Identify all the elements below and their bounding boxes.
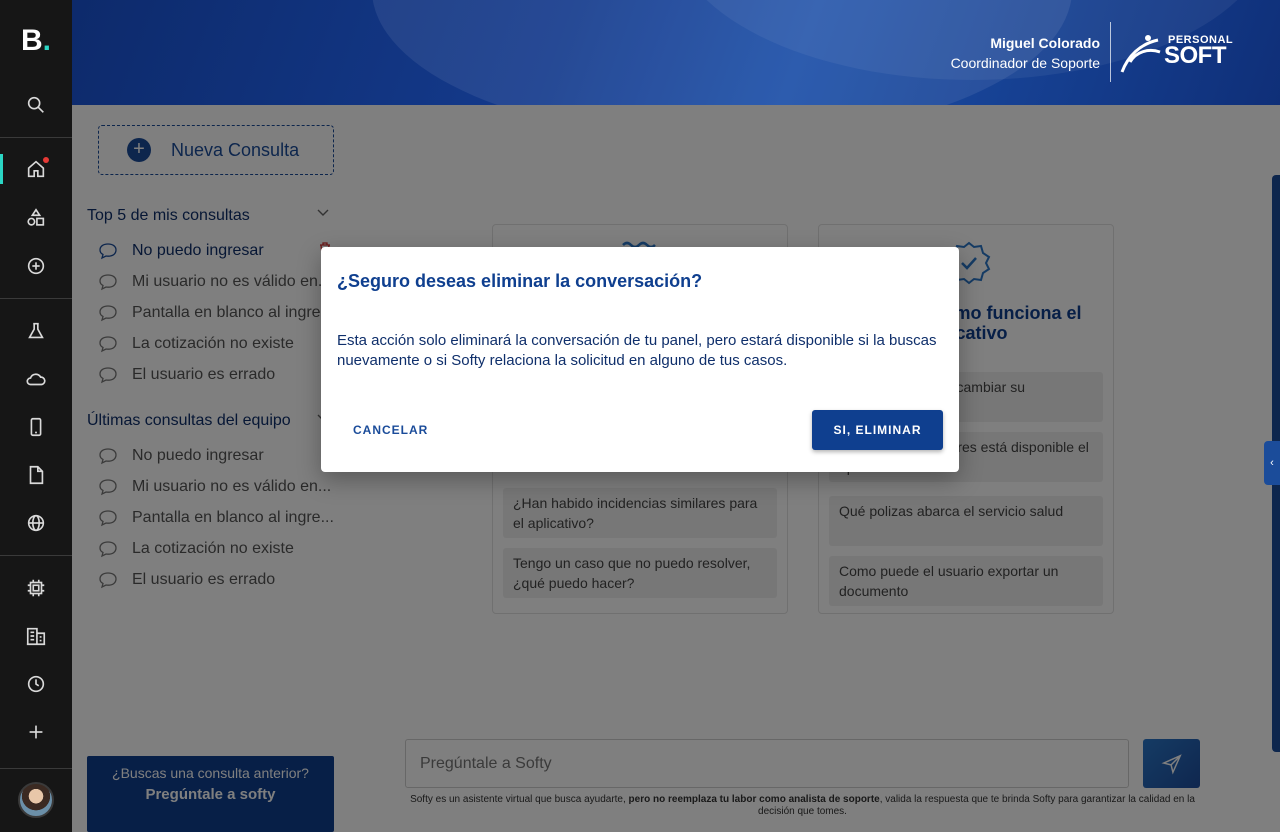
flask-icon[interactable] (22, 317, 50, 345)
delete-confirm-dialog: ¿Seguro deseas eliminar la conversación?… (321, 247, 959, 472)
user-role: Coordinador de Soporte (950, 55, 1100, 71)
shapes-icon[interactable] (22, 204, 50, 232)
plus-icon[interactable] (22, 718, 50, 746)
rail-divider (0, 768, 72, 769)
app-logo[interactable]: B. (0, 24, 72, 58)
left-nav-rail: B. (0, 0, 72, 832)
globe-icon[interactable] (22, 509, 50, 537)
brand-bottom-text: SOFT (1164, 42, 1227, 69)
user-name: Miguel Colorado (990, 35, 1100, 51)
dialog-title: ¿Seguro deseas eliminar la conversación? (337, 271, 703, 291)
cancel-button[interactable]: CANCELAR (341, 410, 433, 450)
company-logo-mark-icon (1120, 35, 1161, 73)
rail-divider (0, 555, 72, 556)
building-icon[interactable] (22, 622, 50, 650)
company-logo: PERSONAL SOFT (1118, 30, 1233, 80)
active-indicator (0, 154, 3, 184)
cloud-icon[interactable] (22, 365, 50, 393)
chevron-left-icon[interactable]: ‹ (1264, 441, 1280, 485)
dialog-body: Esta acción solo eliminará la conversaci… (337, 332, 937, 369)
confirm-delete-button[interactable]: SI, ELIMINAR (812, 410, 943, 450)
rail-divider (0, 137, 72, 138)
user-avatar[interactable] (18, 782, 54, 818)
top-header: Miguel Colorado Coordinador de Soporte P… (72, 0, 1280, 105)
notification-dot (43, 157, 49, 163)
add-circle-icon[interactable] (22, 252, 50, 280)
header-divider (1110, 22, 1111, 82)
search-icon[interactable] (22, 91, 50, 119)
clock-icon[interactable] (22, 670, 50, 698)
chip-icon[interactable] (22, 574, 50, 602)
rail-divider (0, 298, 72, 299)
mobile-icon[interactable] (22, 413, 50, 441)
document-icon[interactable] (22, 461, 50, 489)
